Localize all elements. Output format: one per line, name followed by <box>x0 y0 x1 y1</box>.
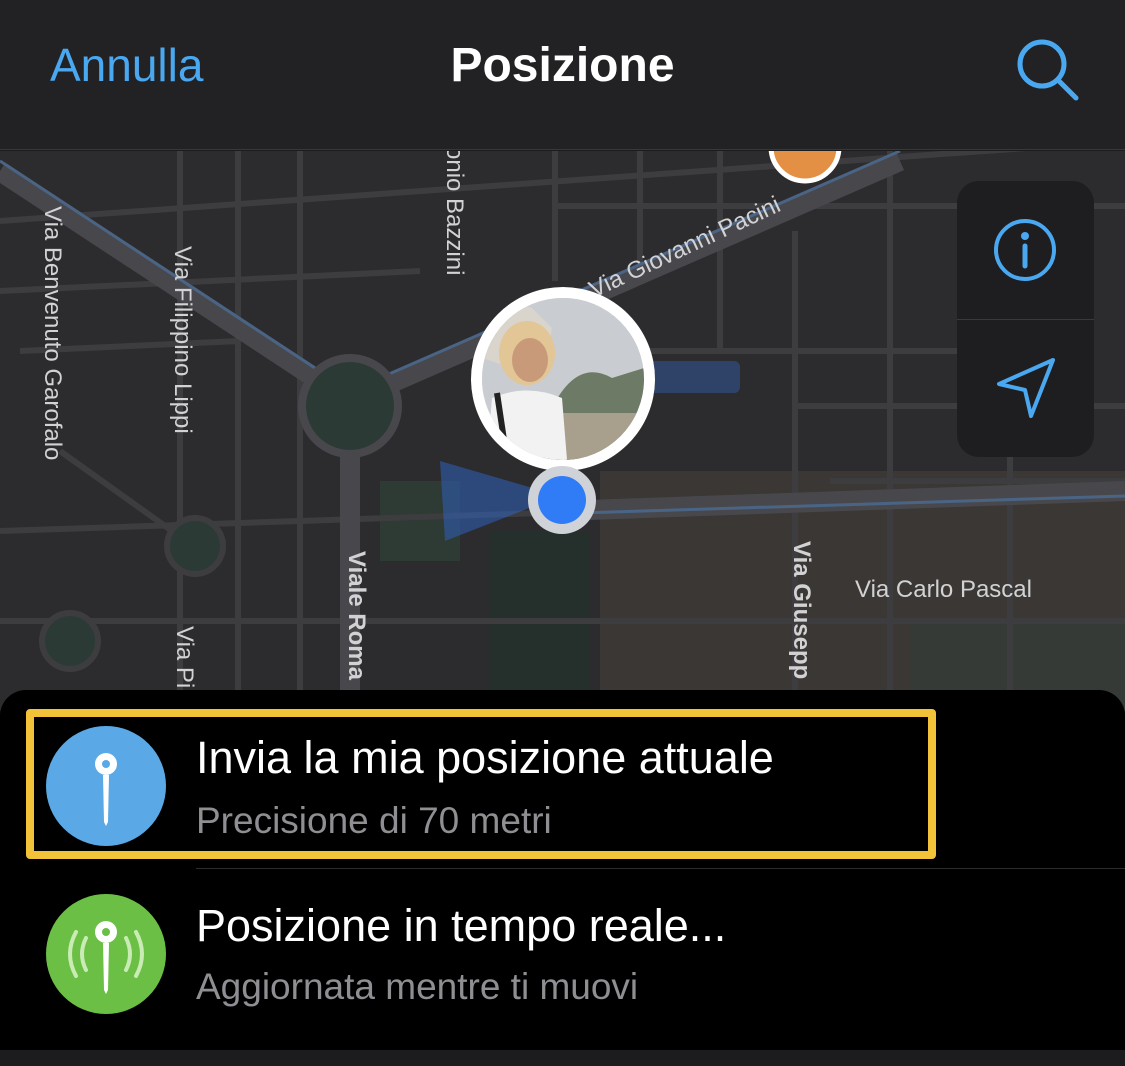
street-label: Viale Roma <box>343 551 370 680</box>
street-label: Via Pi <box>171 626 198 689</box>
send-current-location-row[interactable]: Invia la mia posizione attuale Precision… <box>0 702 1125 870</box>
street-label: Via Benvenuto Garofalo <box>39 206 66 461</box>
location-arrow-icon[interactable] <box>957 319 1094 457</box>
row-title: Posizione in tempo reale... <box>196 900 727 951</box>
live-location-icon <box>46 894 166 1014</box>
map-view[interactable]: Via Benvenuto Garofalo Via Filippino Lip… <box>0 151 1125 711</box>
street-label: Via Filippino Lippi <box>169 246 196 434</box>
street-label: Via Carlo Pascal <box>855 576 1032 603</box>
search-icon[interactable] <box>1012 34 1084 106</box>
user-location-pin[interactable] <box>470 286 656 536</box>
info-icon[interactable] <box>957 181 1094 319</box>
row-subtitle: Aggiornata mentre ti muovi <box>196 966 639 1007</box>
pin-icon <box>46 726 166 846</box>
street-label: Via Giusepp <box>788 541 815 680</box>
row-subtitle: Precisione di 70 metri <box>196 800 552 841</box>
bottom-bar <box>0 1050 1125 1066</box>
avatar <box>482 298 644 460</box>
map-controls <box>957 181 1094 457</box>
row-separator <box>196 868 1125 869</box>
navigation-bar: Annulla Posizione <box>0 0 1125 150</box>
street-label: onio Bazzini <box>441 151 468 276</box>
page-title: Posizione <box>450 39 675 92</box>
live-location-row[interactable]: Posizione in tempo reale... Aggiornata m… <box>0 870 1125 1038</box>
row-title: Invia la mia posizione attuale <box>196 732 774 783</box>
